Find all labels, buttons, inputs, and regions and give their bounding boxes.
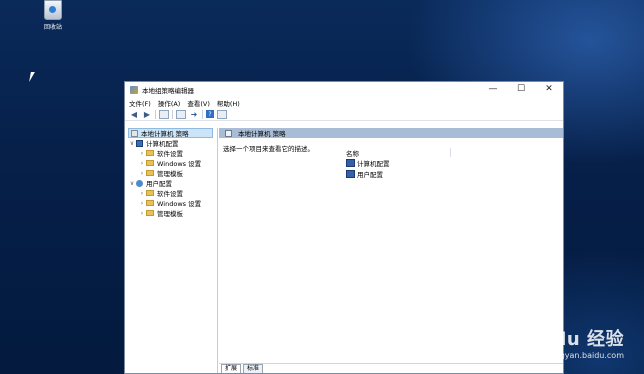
toolbar: ◀ ▶ ➜ ? [125, 108, 563, 121]
forward-arrow-icon[interactable]: ▶ [142, 110, 152, 119]
tree-item-label: Windows 设置 [157, 200, 202, 208]
tree-item-computer-windows-settings[interactable]: › Windows 设置 [126, 158, 217, 169]
show-action-pane-icon[interactable] [217, 109, 227, 119]
menu-file[interactable]: 文件(F) [129, 98, 151, 108]
folder-icon [146, 200, 154, 206]
folder-icon [146, 190, 154, 196]
list-item-computer-config[interactable]: 计算机配置 [346, 158, 390, 168]
chevron-right-icon[interactable]: › [138, 190, 146, 197]
recycle-bin-label: 回收站 [43, 24, 62, 31]
tree-root-local-computer-policy[interactable]: 本地计算机 策略 [128, 128, 213, 138]
toolbar-separator [202, 109, 203, 119]
tab-extended[interactable]: 扩展 [221, 364, 242, 373]
chevron-right-icon[interactable]: › [138, 150, 146, 157]
policy-app-icon [130, 85, 138, 94]
policy-document-icon [225, 129, 232, 137]
folder-icon [146, 160, 154, 166]
tree-item-label: 管理模板 [157, 170, 183, 178]
menu-bar: 文件(F) 操作(A) 查看(V) 帮助(H) [125, 97, 563, 108]
menu-view[interactable]: 查看(V) [187, 98, 210, 108]
computer-config-icon [346, 159, 355, 167]
chevron-down-icon[interactable]: ∨ [128, 140, 136, 147]
list-item-user-config[interactable]: 用户配置 [346, 169, 383, 179]
tree-item-user-config[interactable]: ∨ 用户配置 [126, 178, 217, 188]
tree-item-user-admin-templates[interactable]: › 管理模板 [126, 208, 217, 219]
details-header-title: 本地计算机 策略 [238, 130, 286, 138]
title-bar[interactable]: 本地组策略编辑器 — ☐ ✕ [125, 82, 563, 97]
details-pane: 本地计算机 策略 选择一个项目来查看它的描述。 名称 计算机配置 用户配置 [219, 128, 563, 373]
tab-standard[interactable]: 标准 [243, 364, 264, 373]
watermark-brand: Bai du 经验 [513, 329, 624, 350]
folder-icon [146, 210, 154, 216]
recycle-bin-icon [44, 0, 62, 20]
tree-item-label: 用户配置 [146, 180, 172, 188]
show-hide-tree-icon[interactable] [159, 109, 169, 119]
description-hint: 选择一个项目来查看它的描述。 [223, 145, 314, 153]
export-list-icon[interactable]: ➜ [189, 110, 199, 119]
toolbar-separator [172, 109, 173, 119]
tree-item-label: 计算机配置 [146, 140, 179, 148]
tree-item-label: 本地计算机 策略 [141, 130, 189, 138]
properties-icon[interactable] [176, 109, 186, 119]
recycle-bin-desktop-icon[interactable]: 回收站 [38, 0, 68, 31]
user-icon [136, 179, 143, 187]
chevron-down-icon[interactable]: ∨ [128, 180, 136, 187]
computer-policy-icon [131, 129, 138, 137]
folder-icon [146, 150, 154, 156]
navigation-tree: 本地计算机 策略 ∨ 计算机配置 › 软件设置 › Windows 设置 › 管… [126, 128, 218, 373]
minimize-button[interactable]: — [479, 82, 507, 97]
toolbar-separator [155, 109, 156, 119]
list-item-label: 计算机配置 [357, 160, 390, 168]
chevron-right-icon[interactable]: › [138, 200, 146, 207]
tree-item-label: 软件设置 [157, 190, 183, 198]
maximize-button[interactable]: ☐ [507, 82, 535, 97]
back-arrow-icon[interactable]: ◀ [129, 110, 139, 119]
mouse-cursor-icon [29, 72, 35, 82]
user-config-icon [346, 170, 355, 178]
list-item-label: 用户配置 [357, 171, 383, 179]
tree-item-user-windows-settings[interactable]: › Windows 设置 [126, 198, 217, 209]
help-icon[interactable]: ? [206, 110, 214, 118]
watermark-url: jingyan.baidu.com [550, 351, 624, 360]
tree-item-computer-admin-templates[interactable]: › 管理模板 [126, 168, 217, 179]
tree-item-label: 软件设置 [157, 150, 183, 158]
window-title: 本地组策略编辑器 [142, 86, 194, 95]
baidu-jingyan-watermark: Bai du 经验 jingyan.baidu.com [513, 325, 624, 360]
details-header: 本地计算机 策略 [219, 128, 563, 138]
tree-item-computer-software-settings[interactable]: › 软件设置 [126, 148, 217, 159]
computer-icon [136, 139, 143, 147]
menu-action[interactable]: 操作(A) [158, 98, 181, 108]
tree-item-label: Windows 设置 [157, 160, 202, 168]
chevron-right-icon[interactable]: › [138, 170, 146, 177]
tree-item-computer-config[interactable]: ∨ 计算机配置 [126, 138, 217, 148]
tree-item-label: 管理模板 [157, 210, 183, 218]
main-content: 本地计算机 策略 ∨ 计算机配置 › 软件设置 › Windows 设置 › 管… [125, 122, 563, 373]
chevron-right-icon[interactable]: › [138, 160, 146, 167]
close-button[interactable]: ✕ [535, 82, 563, 97]
column-header-name[interactable]: 名称 [346, 148, 451, 158]
folder-icon [146, 170, 154, 176]
menu-help[interactable]: 帮助(H) [217, 98, 240, 108]
chevron-right-icon[interactable]: › [138, 210, 146, 217]
view-tabs: 扩展 标准 [219, 363, 563, 373]
group-policy-editor-window: 本地组策略编辑器 — ☐ ✕ 文件(F) 操作(A) 查看(V) 帮助(H) ◀… [124, 81, 564, 374]
tree-item-user-software-settings[interactable]: › 软件设置 [126, 188, 217, 199]
